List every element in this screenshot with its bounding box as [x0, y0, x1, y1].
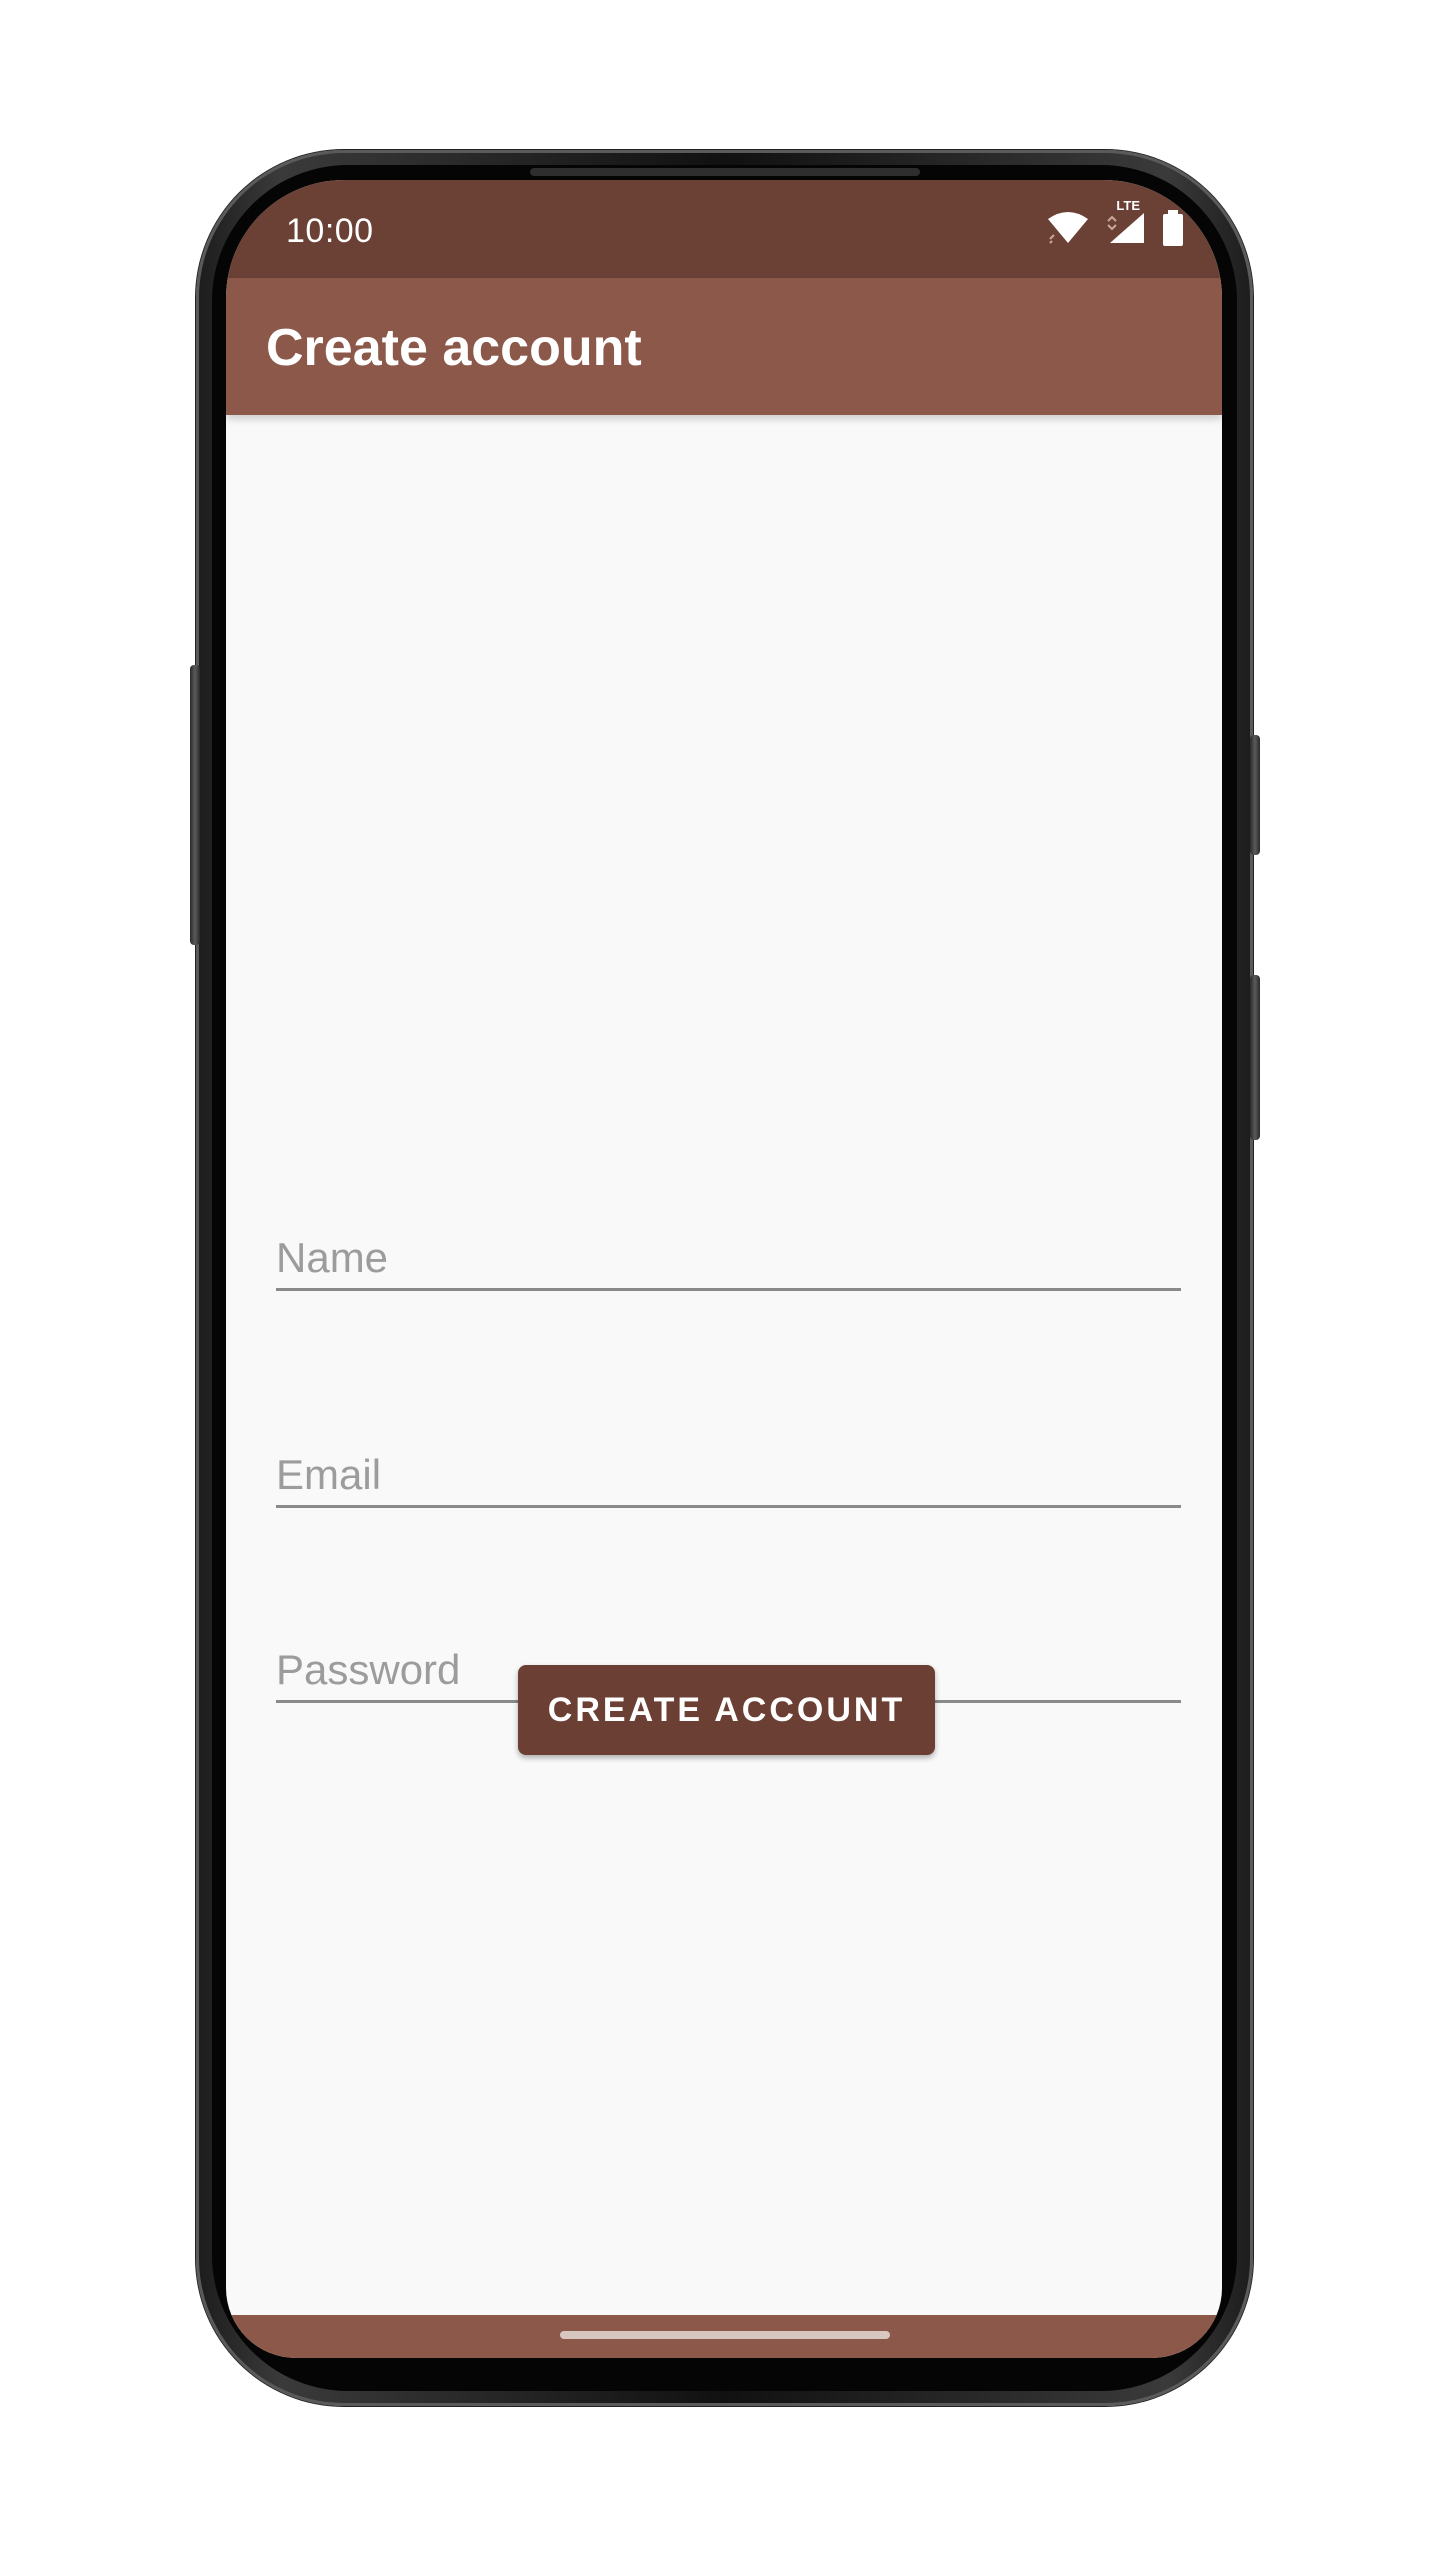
wifi-icon	[1048, 212, 1088, 244]
status-bar: 10:00 LTE	[226, 180, 1222, 278]
status-icons	[1046, 206, 1184, 250]
power-button	[1250, 975, 1260, 1140]
screen: 10:00 LTE Create account Name Email CREA…	[226, 180, 1222, 2358]
status-time: 10:00	[286, 212, 374, 250]
alert-slider	[1250, 735, 1260, 855]
name-field[interactable]	[276, 1198, 1181, 1291]
device-mockup: 10:00 LTE Create account Name Email CREA…	[0, 0, 1449, 2560]
home-indicator[interactable]	[560, 2331, 890, 2339]
battery-icon	[1163, 210, 1183, 246]
navigation-bar	[226, 2315, 1222, 2358]
app-bar: Create account	[226, 278, 1222, 415]
name-input[interactable]	[276, 1234, 1181, 1282]
page-title: Create account	[266, 319, 642, 377]
signal-icon	[1107, 213, 1144, 243]
volume-button	[190, 665, 200, 945]
email-field[interactable]	[276, 1415, 1181, 1508]
create-account-button[interactable]: CREATE ACCOUNT	[518, 1665, 935, 1755]
earpiece-speaker	[530, 168, 920, 176]
email-input[interactable]	[276, 1451, 1181, 1499]
